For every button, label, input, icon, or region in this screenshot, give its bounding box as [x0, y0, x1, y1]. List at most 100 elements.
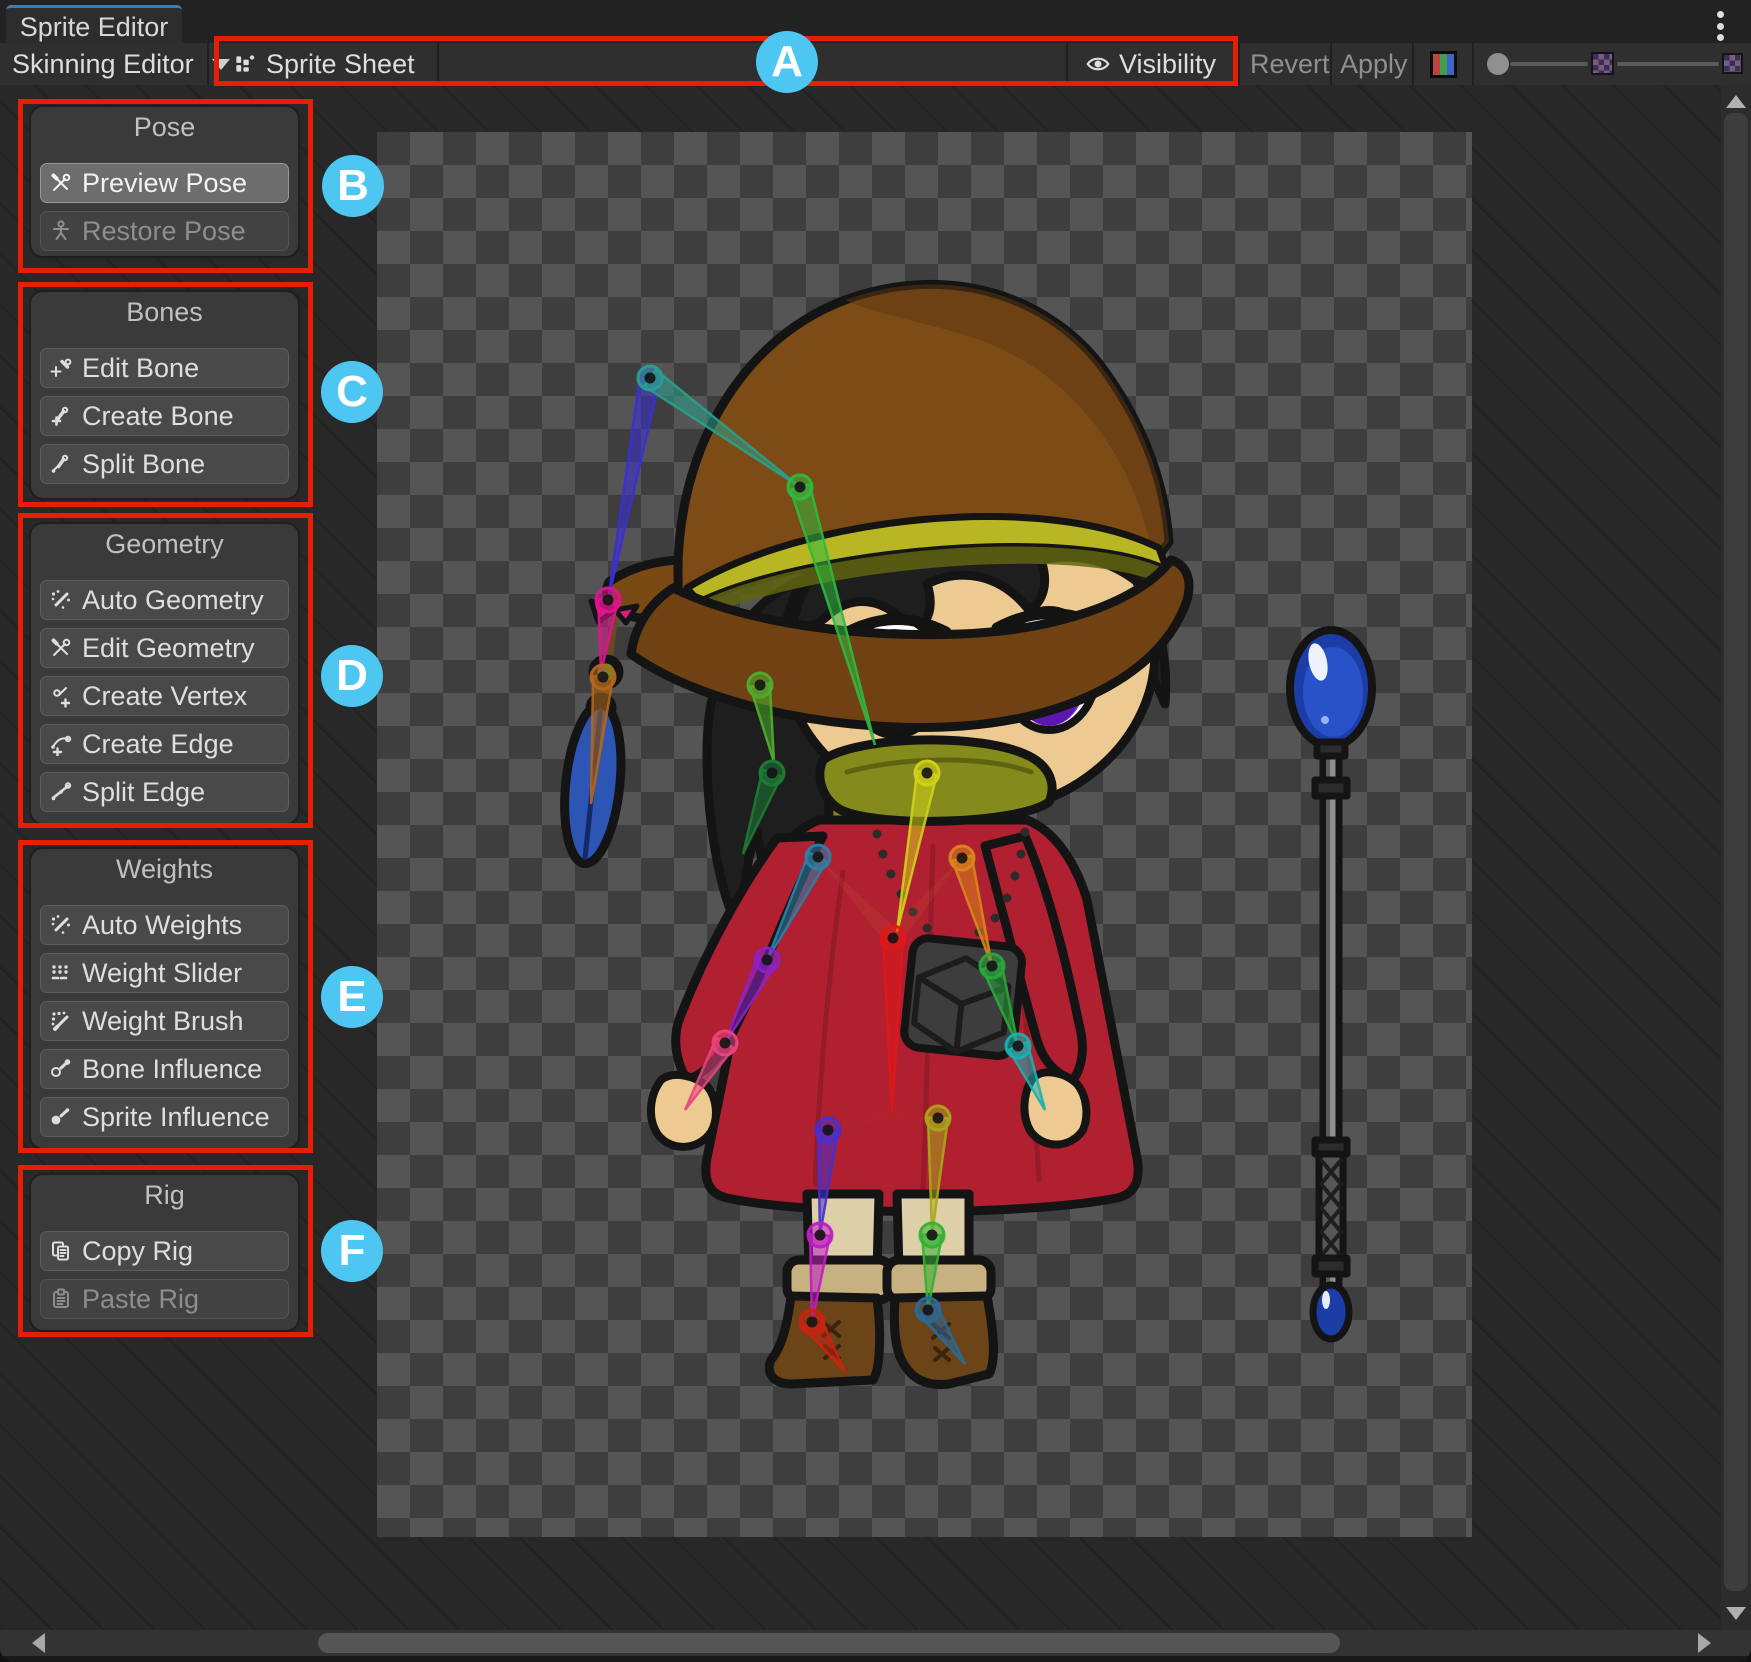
auto-geometry-button[interactable]: Auto Geometry [40, 580, 289, 620]
apply-button[interactable]: Apply [1340, 43, 1408, 85]
horizontal-scrollbar[interactable] [0, 1630, 1751, 1656]
edge-add-icon [49, 732, 73, 756]
button-label: Weight Brush [82, 1006, 244, 1037]
kebab-menu-icon[interactable] [1706, 9, 1734, 43]
button-label: Bone Influence [82, 1054, 262, 1085]
tab-sprite-editor[interactable]: Sprite Editor [6, 5, 182, 46]
vertical-scrollbar[interactable] [1721, 85, 1751, 1630]
toolbar-divider [1472, 43, 1474, 85]
bone-split-icon [49, 452, 73, 476]
annotation-badge-b: B [322, 155, 384, 217]
annotation-badge-e: E [321, 966, 383, 1028]
annotation-badge-d: D [321, 645, 383, 707]
toolbar-divider [207, 43, 209, 85]
tab-bar: Sprite Editor [0, 0, 1751, 43]
toolbar-divider [1330, 43, 1332, 85]
mode-dropdown-label: Skinning Editor [12, 49, 194, 80]
revert-button[interactable]: Revert [1250, 43, 1330, 85]
apply-label: Apply [1340, 49, 1408, 80]
vertical-scrollbar-thumb[interactable] [1724, 113, 1748, 1591]
visibility-button[interactable]: Visibility [1085, 43, 1216, 85]
alpha-texture-icon[interactable] [1591, 52, 1614, 75]
zoom-slider-track[interactable] [1617, 62, 1719, 66]
alpha-texture-icon[interactable] [1722, 53, 1743, 74]
annotation-badge-c: C [321, 361, 383, 423]
bone-add-icon [49, 404, 73, 428]
split-edge-button[interactable]: Split Edge [40, 772, 289, 812]
skinning-editor-dropdown[interactable]: Skinning Editor [12, 43, 230, 85]
button-label: Weight Slider [82, 958, 242, 989]
arrow-right-icon[interactable] [1698, 1633, 1711, 1653]
annotation-badge-f: F [321, 1220, 383, 1282]
edit-bone-button[interactable]: Edit Bone [40, 348, 289, 388]
paste-rig-button[interactable]: Paste Rig [40, 1279, 289, 1319]
toolbar-divider [1412, 43, 1414, 85]
horizontal-scrollbar-thumb[interactable] [318, 1633, 1340, 1653]
restore-pose-button[interactable]: Restore Pose [40, 211, 289, 251]
create-edge-button[interactable]: Create Edge [40, 724, 289, 764]
paste-icon [49, 1287, 73, 1311]
figure-icon [49, 219, 73, 243]
dots-brush-icon [49, 1009, 73, 1033]
panel-weights: Weights Auto Weights Weight Slider Weigh… [29, 847, 300, 1150]
auto-weights-button[interactable]: Auto Weights [40, 905, 289, 945]
button-label: Preview Pose [82, 168, 247, 199]
button-label: Create Vertex [82, 681, 247, 712]
edge-split-icon [49, 780, 73, 804]
panel-title: Pose [31, 107, 298, 147]
arrow-down-icon[interactable] [1726, 1607, 1746, 1620]
button-label: Restore Pose [82, 216, 246, 247]
copy-rig-button[interactable]: Copy Rig [40, 1231, 289, 1271]
sprite-influence-icon [49, 1105, 73, 1129]
visibility-label: Visibility [1119, 49, 1216, 80]
button-label: Paste Rig [82, 1284, 199, 1315]
sprite-sheet-label: Sprite Sheet [266, 49, 415, 80]
button-label: Edit Geometry [82, 633, 255, 664]
panel-title: Rig [31, 1175, 298, 1215]
button-label: Split Bone [82, 449, 205, 480]
zoom-slider-track[interactable] [1510, 62, 1588, 66]
tab-title: Sprite Editor [20, 12, 169, 43]
create-vertex-button[interactable]: Create Vertex [40, 676, 289, 716]
rgb-swatch-icon[interactable] [1430, 51, 1457, 78]
arrow-left-icon[interactable] [32, 1633, 45, 1653]
vertex-add-icon [49, 684, 73, 708]
wand-dots-icon [49, 913, 73, 937]
zoom-slider-handle[interactable] [1487, 53, 1509, 75]
dots-grid-icon [49, 961, 73, 985]
button-label: Copy Rig [82, 1236, 193, 1267]
button-label: Auto Geometry [82, 585, 264, 616]
eye-icon [1085, 51, 1111, 77]
button-label: Create Edge [82, 729, 234, 760]
weight-brush-button[interactable]: Weight Brush [40, 1001, 289, 1041]
character-sprite [377, 132, 1472, 1537]
wand-dots-icon [49, 588, 73, 612]
button-label: Edit Bone [82, 353, 199, 384]
circle-bone-icon [49, 1057, 73, 1081]
toolbar: Skinning Editor Sprite Sheet Visibility … [0, 43, 1751, 86]
split-bone-button[interactable]: Split Bone [40, 444, 289, 484]
weight-slider-button[interactable]: Weight Slider [40, 953, 289, 993]
chevron-down-icon [212, 59, 230, 70]
panel-geometry: Geometry Auto Geometry Edit Geometry Cre… [29, 522, 300, 825]
bone-influence-button[interactable]: Bone Influence [40, 1049, 289, 1089]
button-label: Split Edge [82, 777, 205, 808]
preview-pose-button[interactable]: Preview Pose [40, 163, 289, 203]
wizard-girl-sprite [558, 284, 1189, 1384]
sprite-influence-button[interactable]: Sprite Influence [40, 1097, 289, 1137]
annotation-badge-a: A [756, 31, 818, 93]
panel-title: Weights [31, 849, 298, 889]
staff-sprite [1290, 630, 1372, 1339]
tools-icon [49, 171, 73, 195]
edit-geometry-button[interactable]: Edit Geometry [40, 628, 289, 668]
button-label: Create Bone [82, 401, 234, 432]
toolbar-divider [1238, 43, 1240, 85]
sprite-sheet-button[interactable]: Sprite Sheet [232, 43, 415, 85]
button-label: Sprite Influence [82, 1102, 270, 1133]
button-label: Auto Weights [82, 910, 242, 941]
sprite-editor-window: Sprite Editor Skinning Editor Sprite She… [0, 0, 1751, 1662]
sprite-canvas[interactable] [377, 132, 1472, 1537]
revert-label: Revert [1250, 49, 1330, 80]
create-bone-button[interactable]: Create Bone [40, 396, 289, 436]
arrow-up-icon[interactable] [1726, 95, 1746, 108]
